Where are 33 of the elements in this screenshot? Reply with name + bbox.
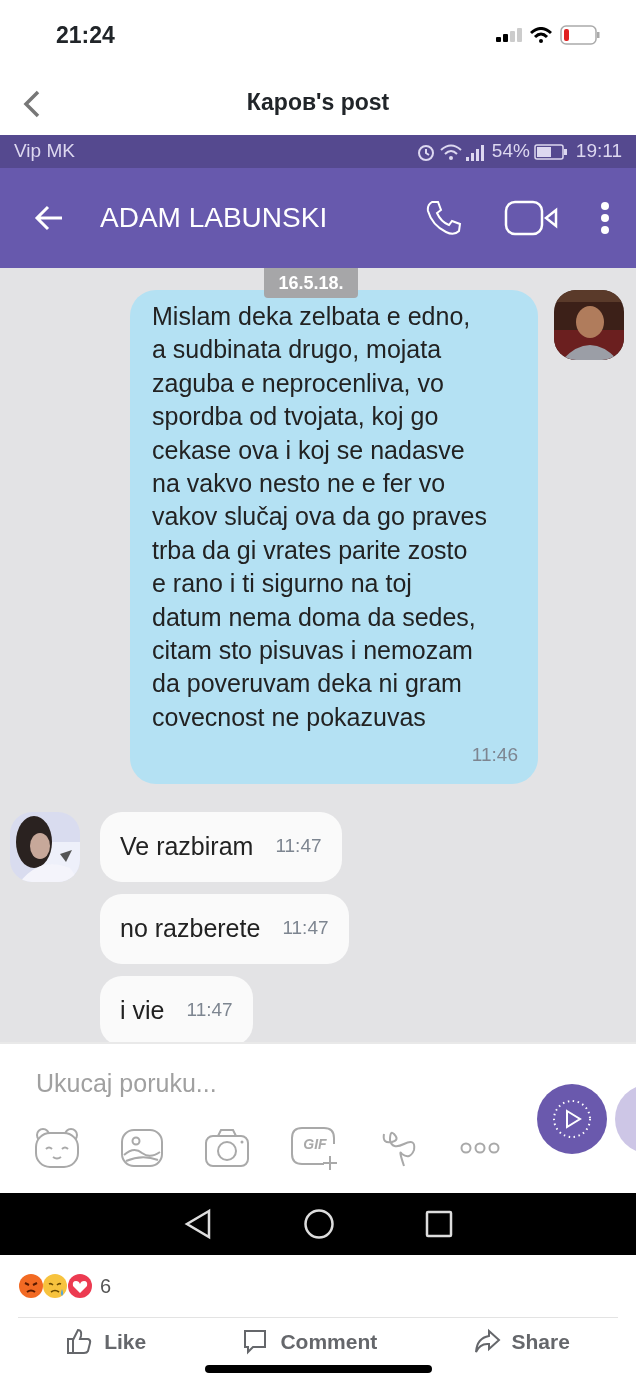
message-time: 11:47 [275, 834, 322, 859]
contact-name: ADAM LABUNSKI [100, 201, 329, 235]
share-button[interactable]: Share [473, 1325, 570, 1358]
recents-icon[interactable] [425, 1210, 453, 1238]
home-icon[interactable] [303, 1208, 335, 1240]
phone-icon[interactable] [424, 199, 462, 237]
message-text: Ve razbiram [120, 830, 254, 862]
message-text: Mislam deka zelbata e edno, a sudbinata drugo, mojata zaguba e neprocenliva, vo spordba od tvojata, koj go cekase ova i koj se nadasve na vakvo nesto ne e fer vo vakov slučaj ova da go praves trba da gi vrates parite zosto e rano i ti sigurno na toj datum nema doma da sedes, citam sto pisuvas i nemozam da poveruvam deka ni gram covecnost ne pokazuvas [152, 301, 488, 733]
back-icon[interactable] [183, 1208, 213, 1240]
wifi-icon [530, 27, 552, 43]
message-time: 11:47 [282, 916, 329, 941]
status-time: 19:11 [575, 139, 622, 164]
battery-icon [560, 25, 600, 45]
page-title: Каров's post [246, 88, 390, 118]
message-field[interactable]: Ukucaj poruku... [34, 1064, 514, 1104]
like-button[interactable]: Like [66, 1325, 147, 1358]
message-time: 11:47 [186, 998, 233, 1023]
play-icon [550, 1097, 594, 1141]
battery-percent: 54% [491, 139, 530, 164]
message-time: 11:46 [470, 743, 518, 768]
battery-icon [533, 142, 568, 161]
carrier-name: Vip MK [14, 139, 75, 164]
message-text: no razberete [120, 912, 261, 944]
message-text: i vie [120, 994, 165, 1026]
comment-button[interactable]: Comment [242, 1325, 378, 1358]
signal-icon [496, 28, 522, 42]
reaction-count: 6 [100, 1274, 112, 1299]
menu-icon[interactable] [600, 202, 610, 234]
back-arrow-icon[interactable] [34, 205, 64, 231]
clock: 21:24 [56, 20, 115, 50]
video-camera-icon[interactable] [504, 200, 558, 236]
date-label: 16.5.18. [264, 268, 358, 298]
wifi-icon [439, 142, 462, 161]
